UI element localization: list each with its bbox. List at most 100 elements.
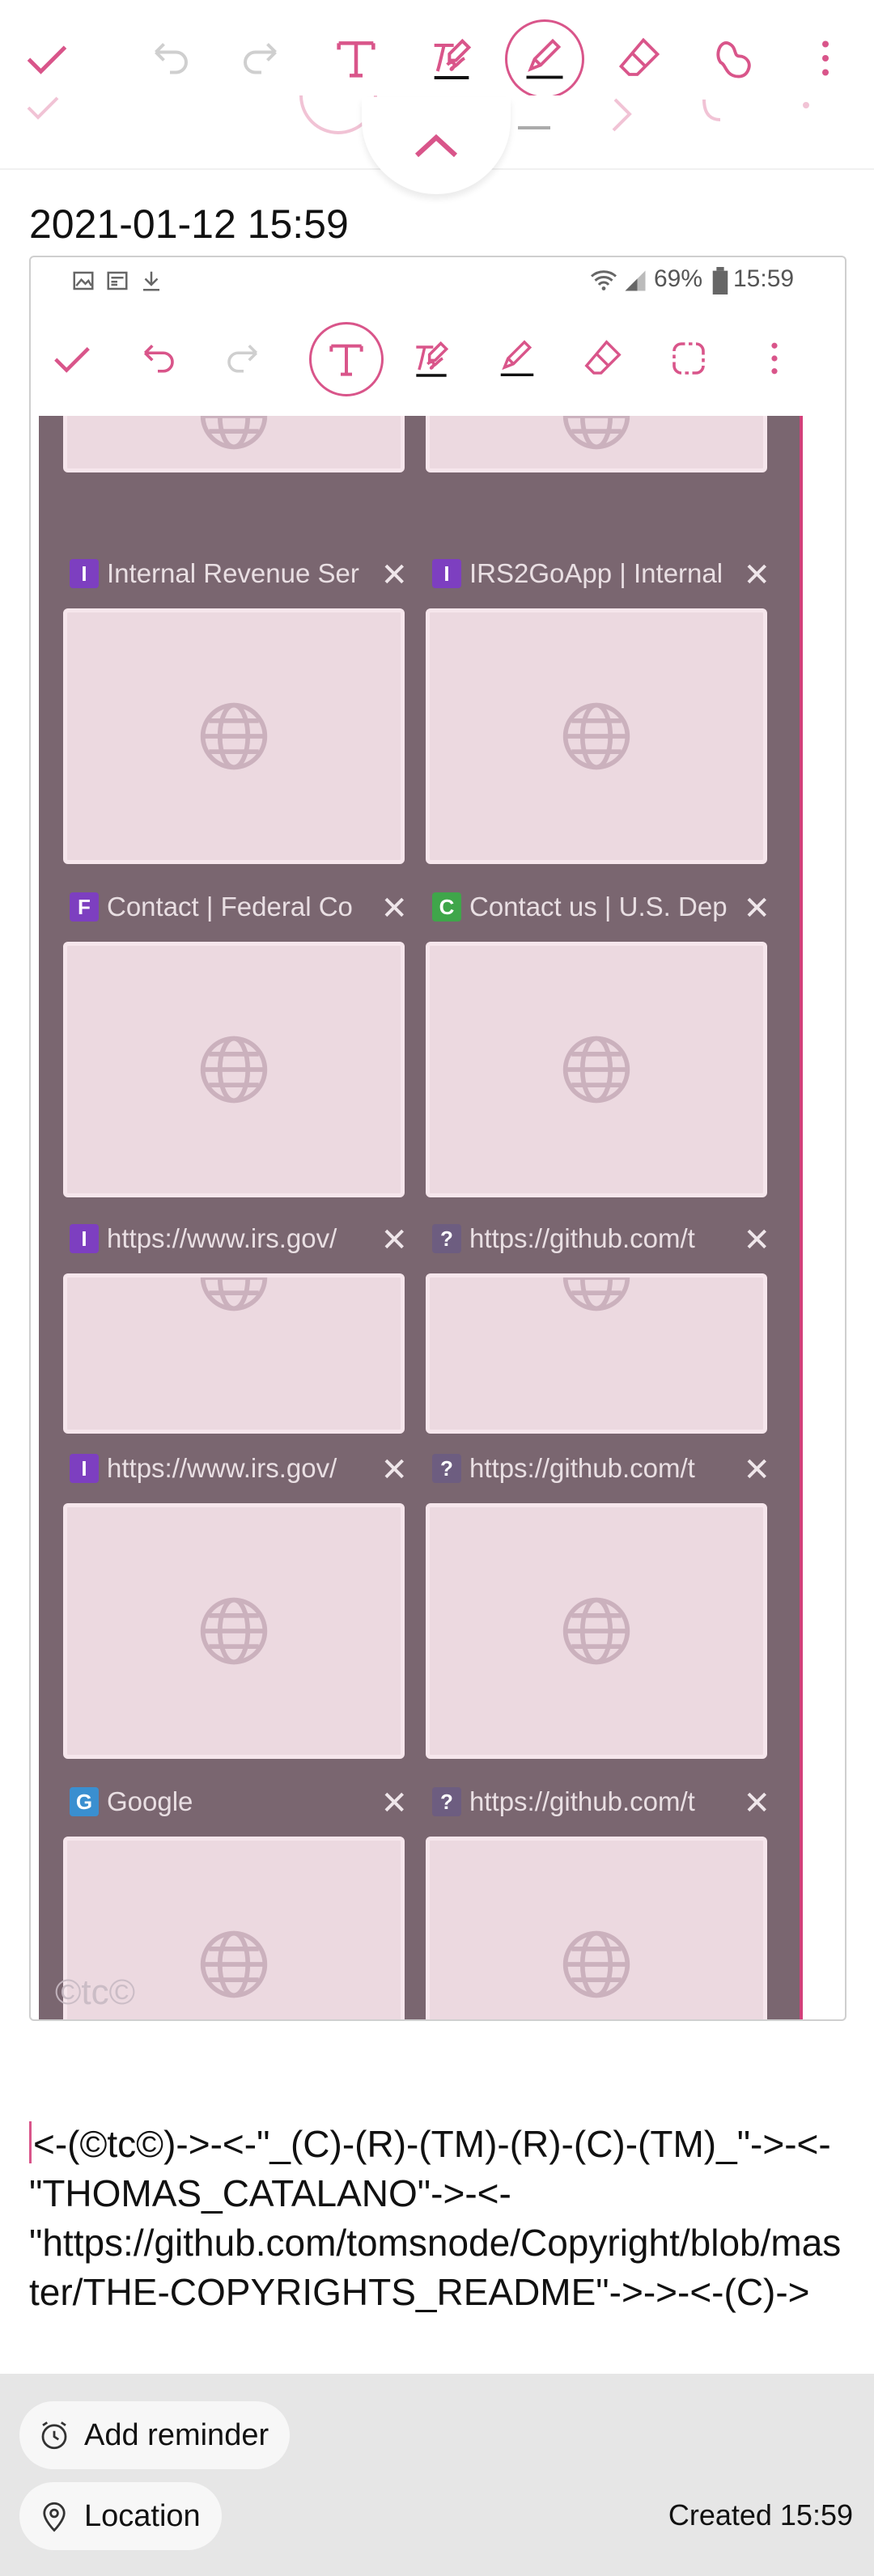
inner-redo-button[interactable]	[207, 322, 280, 395]
tab-thumbnail[interactable]	[63, 1273, 405, 1434]
close-tab-icon[interactable]: ✕	[743, 1222, 770, 1259]
note-body-text: <-(©tc©)->-<-"_(C)-(R)-(TM)-(R)-(C)-(TM)…	[29, 2123, 842, 2313]
globe-icon	[559, 416, 634, 453]
tab-header[interactable]: I IRS2GoApp | Internal ✕	[432, 552, 770, 595]
image-icon	[71, 269, 95, 293]
redo-button[interactable]	[223, 19, 300, 97]
favicon: I	[70, 1224, 99, 1253]
redo-icon	[222, 337, 265, 380]
undo-button[interactable]	[131, 19, 209, 97]
undo-icon	[146, 34, 194, 83]
pen-icon	[520, 35, 569, 83]
close-tab-icon[interactable]: ✕	[380, 557, 408, 594]
tab-header[interactable]: I https://www.irs.gov/ ✕	[70, 1447, 408, 1490]
inner-handwriting-button[interactable]	[395, 322, 468, 395]
inner-eraser-button[interactable]	[566, 322, 639, 395]
favicon: F	[70, 892, 99, 922]
note-body[interactable]: <-(©tc©)->-<-"_(C)-(R)-(TM)-(R)-(C)-(TM)…	[29, 2120, 846, 2317]
tab-header[interactable]: ? https://github.com/t ✕	[432, 1447, 770, 1490]
tab-header[interactable]: ? https://github.com/t ✕	[432, 1780, 770, 1824]
inner-selection-button[interactable]	[652, 322, 725, 395]
pen-button[interactable]	[505, 19, 584, 99]
tab-header[interactable]: F Contact | Federal Co ✕	[70, 885, 408, 929]
tab-header[interactable]: ? https://github.com/t ✕	[432, 1217, 770, 1260]
globe-icon	[559, 699, 634, 773]
signal-icon	[623, 269, 647, 293]
undo-icon	[136, 337, 180, 380]
favicon: G	[70, 1787, 99, 1816]
download-icon	[139, 269, 163, 293]
globe-icon	[197, 699, 271, 773]
tab-thumbnail[interactable]	[63, 942, 405, 1197]
tab-thumbnail[interactable]	[426, 1273, 767, 1434]
close-tab-icon[interactable]: ✕	[380, 1451, 408, 1489]
tab-thumbnail[interactable]	[426, 1837, 767, 2019]
eraser-icon	[581, 337, 625, 380]
embedded-screenshot[interactable]: 69% 15:59 I Internal Revenue Ser ✕ I IRS…	[29, 256, 846, 2021]
tab-switcher-grid: I Internal Revenue Ser ✕ I IRS2GoApp | I…	[39, 416, 803, 2019]
favicon: ?	[432, 1224, 461, 1253]
status-time: 15:59	[733, 265, 795, 292]
close-tab-icon[interactable]: ✕	[380, 1222, 408, 1259]
more-vert-icon	[801, 34, 850, 83]
add-reminder-button[interactable]: Add reminder	[19, 2401, 291, 2469]
favicon: ?	[432, 1454, 461, 1483]
favicon: C	[432, 892, 461, 922]
status-bar: 69% 15:59	[31, 257, 845, 306]
tab-header[interactable]: I Internal Revenue Ser ✕	[70, 552, 408, 595]
tab-title: IRS2GoApp | Internal	[469, 558, 723, 588]
tab-header[interactable]: C Contact us | U.S. Dep ✕	[432, 885, 770, 929]
handwriting-icon	[409, 336, 454, 381]
text-cursor	[29, 2121, 32, 2163]
tab-header[interactable]: I https://www.irs.gov/ ✕	[70, 1217, 408, 1260]
more-vert-icon	[753, 337, 796, 380]
tab-thumbnail[interactable]	[426, 608, 767, 864]
text-icon	[330, 32, 382, 84]
inner-toolbar	[31, 306, 845, 411]
tab-title: Google	[107, 1786, 193, 1816]
inner-text-button[interactable]	[309, 322, 384, 396]
tab-thumbnail[interactable]	[426, 1503, 767, 1759]
redo-icon	[237, 34, 286, 83]
eraser-button[interactable]	[600, 19, 678, 97]
tab-thumbnail[interactable]	[63, 1503, 405, 1759]
tab-title: https://www.irs.gov/	[107, 1223, 337, 1253]
handwriting-button[interactable]	[413, 19, 490, 97]
close-tab-icon[interactable]: ✕	[743, 1451, 770, 1489]
collapse-toolbar-button[interactable]	[362, 97, 511, 194]
text-icon	[324, 337, 369, 382]
globe-icon	[559, 1032, 634, 1107]
selection-button[interactable]	[694, 19, 772, 97]
news-icon	[105, 269, 129, 293]
more-options-button[interactable]	[787, 19, 864, 97]
inner-pen-button[interactable]	[481, 322, 554, 395]
tab-thumbnail[interactable]	[426, 942, 767, 1197]
inner-more-button[interactable]	[738, 322, 811, 395]
inner-undo-button[interactable]	[121, 322, 194, 395]
done-button[interactable]	[8, 19, 86, 97]
check-icon	[23, 34, 71, 83]
globe-icon	[197, 1032, 271, 1107]
tab-thumbnail[interactable]	[63, 416, 405, 472]
eraser-icon	[615, 34, 664, 83]
close-tab-icon[interactable]: ✕	[743, 557, 770, 594]
close-tab-icon[interactable]: ✕	[380, 1785, 408, 1822]
location-pin-icon	[37, 2499, 71, 2533]
text-mode-button[interactable]	[317, 19, 395, 97]
tab-thumbnail[interactable]	[63, 608, 405, 864]
lasso-icon	[708, 33, 758, 83]
check-icon	[50, 337, 94, 380]
tab-header[interactable]: G Google ✕	[70, 1780, 408, 1824]
note-footer: Add reminder Location Created 15:59	[0, 2374, 874, 2576]
inner-done-button[interactable]	[36, 322, 108, 395]
close-tab-icon[interactable]: ✕	[743, 1785, 770, 1822]
globe-icon	[559, 1277, 634, 1315]
location-button[interactable]: Location	[19, 2482, 222, 2550]
favicon: ?	[432, 1787, 461, 1816]
close-tab-icon[interactable]: ✕	[743, 890, 770, 927]
tab-title: https://github.com/t	[469, 1223, 695, 1253]
lasso-icon	[667, 337, 711, 380]
globe-icon	[197, 416, 271, 453]
tab-thumbnail[interactable]	[426, 416, 767, 472]
close-tab-icon[interactable]: ✕	[380, 890, 408, 927]
